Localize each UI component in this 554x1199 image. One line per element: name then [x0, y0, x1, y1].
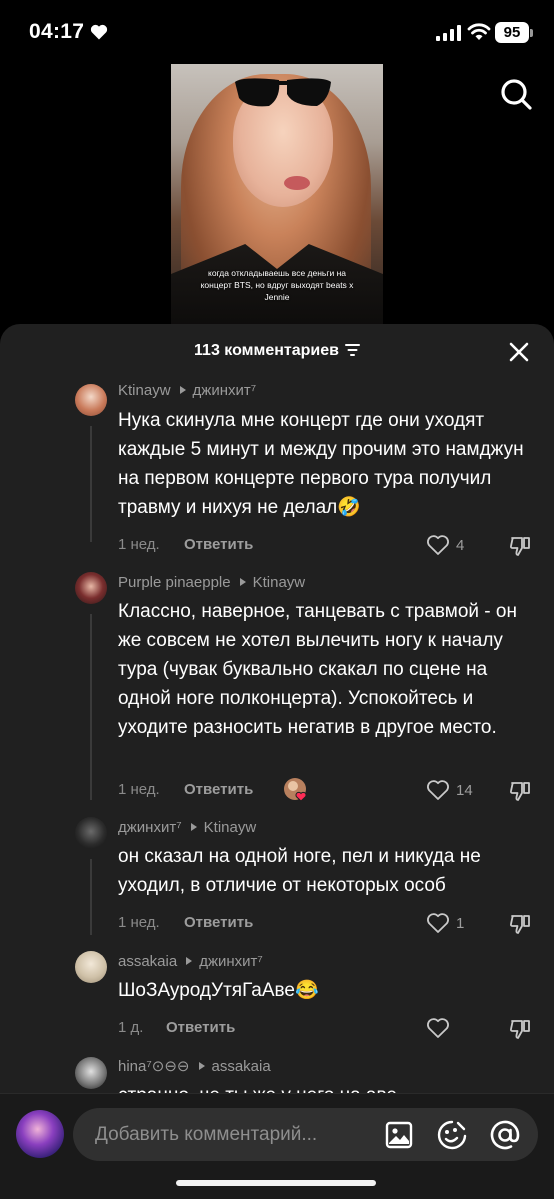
thread-line [90, 859, 92, 935]
comment-meta: джинхит⁷ Ktinayw [118, 819, 256, 839]
comment-time: 1 д. [118, 1019, 144, 1036]
thread-line [90, 614, 92, 800]
like-heart-icon[interactable] [426, 534, 450, 556]
comment-item: assakaia джинхит⁷ ШоЗАуродУтяГаАве😂 1 д. … [0, 951, 554, 1043]
comment-meta: assakaia джинхит⁷ [118, 953, 263, 973]
home-indicator[interactable] [176, 1180, 376, 1186]
reply-arrow-icon [179, 386, 186, 394]
reply-arrow-icon [198, 1062, 205, 1070]
signal-icon [436, 25, 461, 41]
close-icon[interactable] [508, 341, 530, 363]
status-bar: 04:17 95 [0, 0, 554, 64]
like-heart-icon[interactable] [426, 1017, 450, 1039]
reply-arrow-icon [186, 957, 193, 965]
filter-icon[interactable] [344, 344, 360, 356]
comments-title[interactable]: 113 комментариев [0, 342, 554, 360]
dislike-icon[interactable] [508, 779, 532, 803]
creator-liked-icon [284, 778, 307, 802]
search-icon[interactable] [499, 77, 533, 111]
comment-count-label: 113 комментариев [194, 342, 339, 359]
reply-arrow-icon [239, 578, 246, 586]
comment-time: 1 нед. [118, 536, 160, 553]
comment-text: Нука скинула мне концерт где они уходят … [118, 410, 524, 518]
wifi-icon [467, 23, 491, 40]
author-name[interactable]: Purple pinaepple [118, 574, 231, 591]
reply-to-name[interactable]: джинхит⁷ [193, 382, 257, 399]
heart-icon [90, 24, 108, 40]
mention-icon[interactable] [488, 1118, 522, 1152]
comments-sheet: 113 комментариев Ktinayw джинхит⁷ Нука ск… [0, 324, 554, 1199]
reply-to-name[interactable]: Ktinayw [253, 574, 306, 591]
video-lips [284, 176, 310, 190]
comment-input[interactable] [95, 1108, 355, 1161]
reply-arrow-icon [190, 823, 197, 831]
reply-button[interactable]: Ответить [166, 1019, 235, 1036]
status-time: 04:17 [29, 20, 85, 43]
comment-meta: Ktinayw джинхит⁷ [118, 382, 256, 402]
comment-item: джинхит⁷ Ktinayw он сказал на одной ноге,… [0, 817, 554, 939]
reply-to-name[interactable]: Ktinayw [204, 819, 257, 836]
like-heart-icon[interactable] [426, 779, 450, 801]
emoji-icon[interactable] [436, 1119, 468, 1151]
comment-meta: hina⁷⊙⊖⊖ assakaia [118, 1057, 271, 1077]
dislike-icon[interactable] [508, 912, 532, 936]
comment-input-container[interactable] [73, 1108, 538, 1161]
reply-button[interactable]: Ответить [184, 536, 253, 553]
sunglasses-graphic [235, 78, 331, 107]
reply-to-name[interactable]: джинхит⁷ [199, 953, 263, 970]
like-count: 1 [456, 915, 465, 932]
like-heart-icon[interactable] [426, 912, 450, 934]
comment-actions: 1 нед. Ответить 14 [118, 778, 538, 803]
reply-button[interactable]: Ответить [184, 914, 253, 931]
comment-text: Классно, наверное, танцевать с травмой -… [118, 601, 517, 738]
video-thumbnail[interactable]: когда откладываешь все деньги на концерт… [171, 64, 383, 326]
avatar[interactable] [75, 384, 107, 416]
reply-to-name[interactable]: assakaia [212, 1058, 271, 1075]
author-name[interactable]: hina⁷⊙⊖⊖ [118, 1058, 190, 1075]
author-name[interactable]: Ktinayw [118, 382, 171, 399]
comment-time: 1 нед. [118, 914, 160, 931]
comment-actions: 1 нед. Ответить 1 [118, 912, 538, 934]
author-name[interactable]: assakaia [118, 953, 177, 970]
dislike-icon[interactable] [508, 1017, 532, 1041]
my-avatar[interactable] [16, 1110, 64, 1158]
comment-text: он сказал на одной ноге, пел и никуда не… [118, 846, 481, 896]
comment-actions: 1 нед. Ответить 4 [118, 534, 538, 556]
like-count: 4 [456, 537, 465, 554]
author-name[interactable]: джинхит⁷ [118, 819, 182, 836]
avatar[interactable] [75, 572, 107, 604]
dislike-icon[interactable] [508, 534, 532, 558]
like-count: 14 [456, 782, 473, 799]
comment-item: Ktinayw джинхит⁷ Нука скинула мне концерт… [0, 382, 554, 562]
avatar[interactable] [75, 951, 107, 983]
comment-item: Purple pinaepple Ktinayw Классно, наверно… [0, 572, 554, 804]
video-caption: когда откладываешь все деньги на концерт… [200, 268, 354, 302]
reply-button[interactable]: Ответить [184, 781, 253, 798]
battery-indicator: 95 [495, 22, 529, 43]
comment-time: 1 нед. [118, 781, 160, 798]
thread-line [90, 426, 92, 542]
comment-text: ШоЗАуродУтяГаАве😂 [118, 980, 319, 1001]
comment-actions: 1 д. Ответить [118, 1017, 538, 1039]
sheet-header: 113 комментариев [0, 324, 554, 380]
battery-nub [530, 29, 533, 37]
image-icon[interactable] [384, 1120, 414, 1150]
avatar[interactable] [75, 817, 107, 849]
avatar[interactable] [75, 1057, 107, 1089]
comment-meta: Purple pinaepple Ktinayw [118, 574, 305, 594]
